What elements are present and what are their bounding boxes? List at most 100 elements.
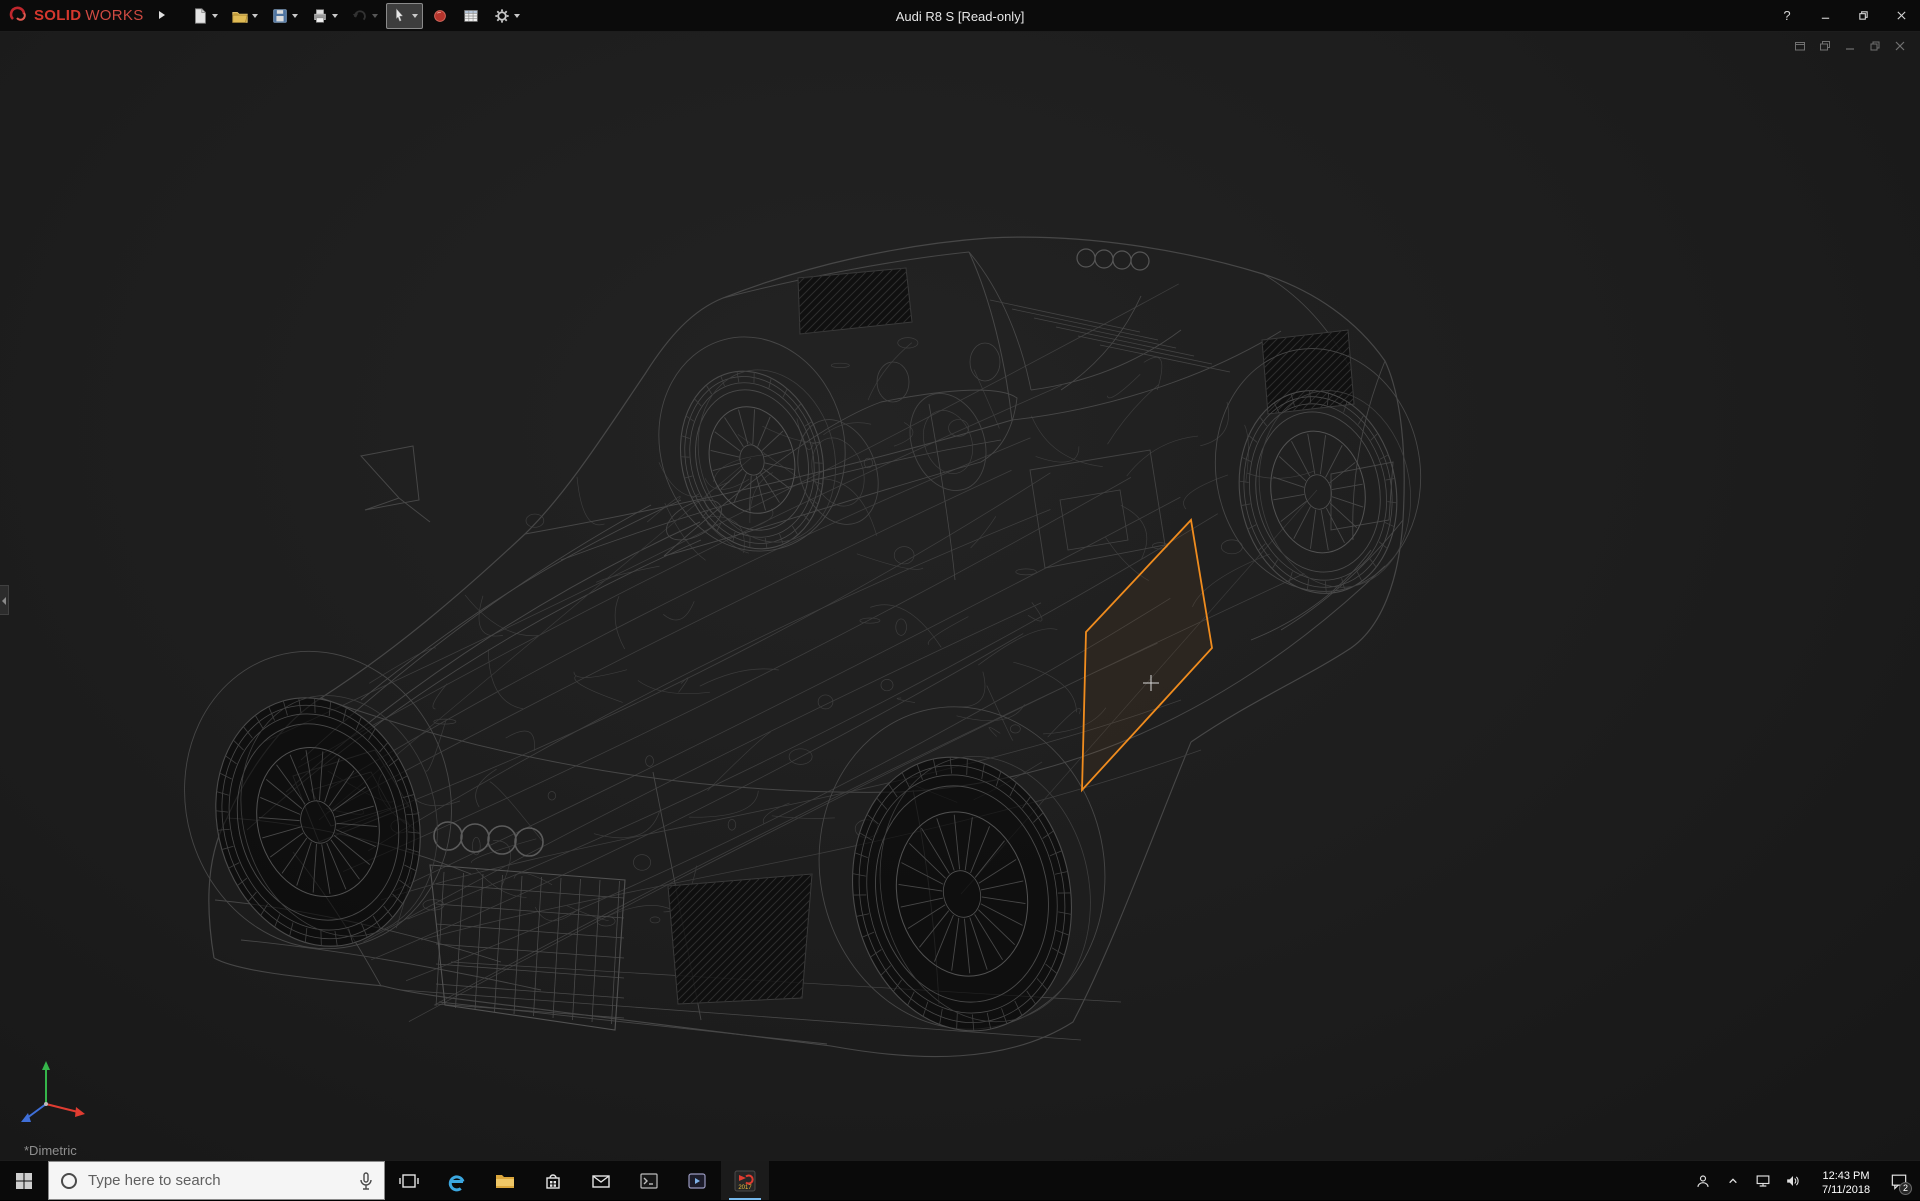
tray-network-button[interactable] <box>1748 1161 1778 1201</box>
selected-face[interactable] <box>1082 520 1212 790</box>
volume-icon <box>1783 1171 1803 1191</box>
tray-volume-button[interactable] <box>1778 1161 1808 1201</box>
taskbar-search[interactable]: Type here to search <box>48 1161 385 1200</box>
window-controls: ? <box>1768 0 1920 32</box>
taskbar-solidworks-2017-button[interactable]: 2017 <box>721 1161 769 1200</box>
dropdown-caret-icon[interactable] <box>292 14 298 18</box>
cascade-icon <box>1819 40 1831 52</box>
taskbar-task-view-button[interactable] <box>385 1161 433 1200</box>
taskbar: Type here to search 2017 12:43 PM 7/11/2… <box>0 1160 1920 1200</box>
taskbar-console-button[interactable] <box>625 1161 673 1200</box>
toolbar-options-button[interactable] <box>488 3 525 29</box>
taskbar-edge-button[interactable] <box>433 1161 481 1200</box>
file-explorer-icon <box>493 1169 517 1193</box>
appearances-icon <box>431 7 449 25</box>
help-button[interactable]: ? <box>1768 0 1806 32</box>
open-icon <box>231 7 249 25</box>
toolbar-select-button[interactable] <box>386 3 423 29</box>
select-icon <box>391 7 409 25</box>
save-icon <box>271 7 289 25</box>
console-icon <box>637 1169 661 1193</box>
taskbar-media-player-button[interactable] <box>673 1161 721 1200</box>
windows-logo-icon <box>15 1172 33 1190</box>
3d-scene-canvas[interactable] <box>0 32 1920 1160</box>
search-placeholder: Type here to search <box>88 1172 349 1189</box>
graphics-area[interactable]: *Dimetric <box>0 32 1920 1160</box>
screen: SOLIDWORKS Audi R8 S [Read-only] ? *Dime… <box>0 0 1920 1200</box>
maximize-button[interactable] <box>1844 0 1882 32</box>
taskbar-file-explorer-button[interactable] <box>481 1161 529 1200</box>
doc-restore-button[interactable] <box>1867 38 1883 57</box>
close-icon <box>1896 10 1907 21</box>
toolbar-new-document-button[interactable] <box>186 3 223 29</box>
tray-people-button[interactable] <box>1688 1161 1718 1201</box>
design-table-icon <box>462 7 480 25</box>
taskbar-clock[interactable]: 12:43 PM 7/11/2018 <box>1808 1164 1884 1197</box>
orientation-triad <box>21 1061 85 1122</box>
dassault-3ds-logo-icon <box>8 5 30 27</box>
action-center-button[interactable]: 2 <box>1884 1161 1914 1201</box>
tray-icons <box>1688 1161 1808 1201</box>
brand-works-text: WORKS <box>85 7 143 24</box>
media-player-icon <box>685 1169 709 1193</box>
minimize-icon <box>1820 10 1831 21</box>
restore-icon <box>1858 10 1869 21</box>
toolbar-open-button[interactable] <box>226 3 263 29</box>
solidworks-brand: SOLIDWORKS <box>0 5 144 27</box>
notification-badge: 2 <box>1899 1182 1912 1195</box>
minimize-button[interactable] <box>1806 0 1844 32</box>
microphone-icon[interactable] <box>358 1171 374 1191</box>
document-window-controls <box>1792 38 1908 57</box>
dropdown-caret-icon[interactable] <box>412 14 418 18</box>
toolbar-save-button[interactable] <box>266 3 303 29</box>
doc-new-window-button[interactable] <box>1792 38 1808 57</box>
document-title: Audi R8 S [Read-only] <box>896 0 1025 32</box>
tray-hidden-icons-button[interactable] <box>1718 1161 1748 1201</box>
doc-cascade-button[interactable] <box>1817 38 1833 57</box>
hidden-icons-icon <box>1723 1171 1743 1191</box>
start-button[interactable] <box>0 1161 48 1200</box>
network-icon <box>1753 1171 1773 1191</box>
print-icon <box>311 7 329 25</box>
menu-flyout-button[interactable] <box>154 4 170 27</box>
dropdown-caret-icon[interactable] <box>332 14 338 18</box>
toolbar-design-table-button[interactable] <box>457 3 485 29</box>
close-icon <box>1894 40 1906 52</box>
cortana-icon <box>59 1171 79 1191</box>
people-icon <box>1693 1171 1713 1191</box>
dropdown-caret-icon[interactable] <box>372 14 378 18</box>
new-document-icon <box>191 7 209 25</box>
undo-icon <box>351 7 369 25</box>
clock-date: 7/11/2018 <box>1808 1183 1884 1197</box>
svg-text:2017: 2017 <box>738 1185 752 1191</box>
mail-icon <box>589 1169 613 1193</box>
minimize-icon <box>1844 40 1856 52</box>
dropdown-caret-icon[interactable] <box>212 14 218 18</box>
solidworks-2017-icon: 2017 <box>733 1169 757 1193</box>
task-pane-collapse-tab[interactable] <box>0 585 9 615</box>
clock-time: 12:43 PM <box>1808 1169 1884 1183</box>
store-icon <box>541 1169 565 1193</box>
dropdown-caret-icon[interactable] <box>252 14 258 18</box>
view-orientation-label: *Dimetric <box>24 1143 77 1158</box>
taskbar-store-button[interactable] <box>529 1161 577 1200</box>
quick-access-toolbar <box>186 3 525 29</box>
task-view-icon <box>397 1169 421 1193</box>
taskbar-apps: 2017 <box>385 1161 769 1200</box>
brand-solid-text: SOLID <box>34 7 81 24</box>
restore-icon <box>1869 40 1881 52</box>
toolbar-appearances-button[interactable] <box>426 3 454 29</box>
doc-close-button[interactable] <box>1892 38 1908 57</box>
dropdown-caret-icon[interactable] <box>514 14 520 18</box>
doc-minimize-button[interactable] <box>1842 38 1858 57</box>
new-window-icon <box>1794 40 1806 52</box>
options-icon <box>493 7 511 25</box>
toolbar-undo-button[interactable] <box>346 3 383 29</box>
edge-icon <box>445 1169 469 1193</box>
flyout-arrow-icon <box>158 10 166 20</box>
system-tray: 12:43 PM 7/11/2018 2 <box>1688 1161 1920 1200</box>
toolbar-print-button[interactable] <box>306 3 343 29</box>
taskbar-mail-button[interactable] <box>577 1161 625 1200</box>
title-bar: SOLIDWORKS Audi R8 S [Read-only] ? <box>0 0 1920 32</box>
close-button[interactable] <box>1882 0 1920 32</box>
